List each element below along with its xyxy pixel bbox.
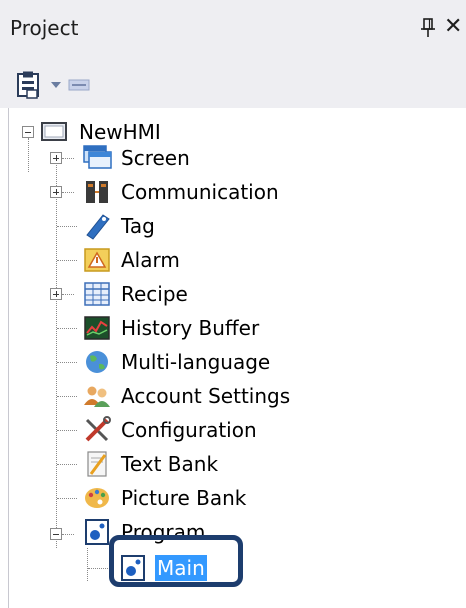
- globe-icon: [86, 351, 108, 373]
- tree-line: [57, 226, 77, 227]
- tree-line: [57, 498, 77, 499]
- recipe-expander[interactable]: [50, 288, 62, 300]
- tree-node-label: History Buffer: [121, 316, 260, 340]
- project-tree: NewHMI Screen Communication Tag Alarm Re…: [8, 108, 459, 608]
- text-bank-icon: [87, 451, 107, 477]
- tree-node-communication[interactable]: Communication: [81, 175, 281, 209]
- history-buffer-icon: [84, 316, 110, 340]
- tree-node-label: Account Settings: [121, 384, 291, 408]
- tree-node-label: Text Bank: [121, 452, 219, 476]
- tree-node-label: Communication: [121, 180, 279, 204]
- tree-line: [56, 158, 57, 548]
- tree-line: [62, 158, 74, 159]
- highlight-box: [109, 535, 243, 587]
- panel-toolbar: [0, 62, 466, 108]
- tree-node-label: Alarm: [121, 248, 180, 272]
- tree-line: [57, 396, 77, 397]
- tree-line: [57, 464, 77, 465]
- tree-node-configuration[interactable]: Configuration: [81, 413, 259, 447]
- tree-line: [62, 294, 74, 295]
- project-properties-icon[interactable]: [14, 70, 44, 100]
- tree-node-label: Screen: [121, 146, 190, 170]
- tree-node-label: Configuration: [121, 418, 257, 442]
- communication-icon: [86, 181, 108, 203]
- tree-line: [57, 260, 77, 261]
- screen-icon: [83, 145, 112, 169]
- tree-line: [57, 328, 77, 329]
- users-icon: [84, 386, 110, 407]
- tree-line: [57, 362, 77, 363]
- picture-bank-icon: [85, 488, 109, 508]
- tree-node-multi-language[interactable]: Multi-language: [81, 345, 272, 379]
- tag-icon: [86, 214, 110, 240]
- tree-node-label: Tag: [121, 214, 155, 238]
- communication-expander[interactable]: [50, 186, 62, 198]
- pin-icon[interactable]: [419, 16, 437, 40]
- tree-node-alarm[interactable]: Alarm: [81, 243, 182, 277]
- tree-node-picture-bank[interactable]: Picture Bank: [81, 481, 248, 515]
- panel-titlebar: Project ✕: [0, 0, 466, 62]
- tree-line: [57, 430, 77, 431]
- root-expander[interactable]: [22, 126, 34, 138]
- computer-icon: [41, 122, 67, 141]
- tree-node-label: Picture Bank: [121, 486, 247, 510]
- tree-node-tag[interactable]: Tag: [81, 209, 157, 243]
- tree-line: [62, 192, 74, 193]
- tools-icon: [85, 416, 111, 442]
- tree-node-history-buffer[interactable]: History Buffer: [81, 311, 261, 345]
- close-icon[interactable]: ✕: [444, 14, 462, 39]
- tree-line: [62, 534, 74, 535]
- program-expander[interactable]: [50, 528, 62, 540]
- project-panel: Project ✕ NewHMI Screen Communication Ta…: [0, 0, 466, 608]
- tree-node-label: Recipe: [121, 282, 188, 306]
- alarm-icon: [84, 248, 110, 272]
- screen-expander[interactable]: [50, 152, 62, 164]
- collapse-icon[interactable]: [68, 76, 90, 94]
- dropdown-arrow-icon[interactable]: [50, 80, 62, 90]
- tree-node-screen[interactable]: Screen: [81, 141, 192, 175]
- tree-line: [28, 138, 29, 172]
- tree-node-account-settings[interactable]: Account Settings: [81, 379, 292, 413]
- tree-node-label: Multi-language: [121, 350, 271, 374]
- tree-line: [87, 548, 88, 581]
- recipe-icon: [84, 282, 110, 306]
- tree-node-text-bank[interactable]: Text Bank: [81, 447, 220, 481]
- panel-title: Project: [10, 16, 79, 40]
- tree-node-recipe[interactable]: Recipe: [81, 277, 190, 311]
